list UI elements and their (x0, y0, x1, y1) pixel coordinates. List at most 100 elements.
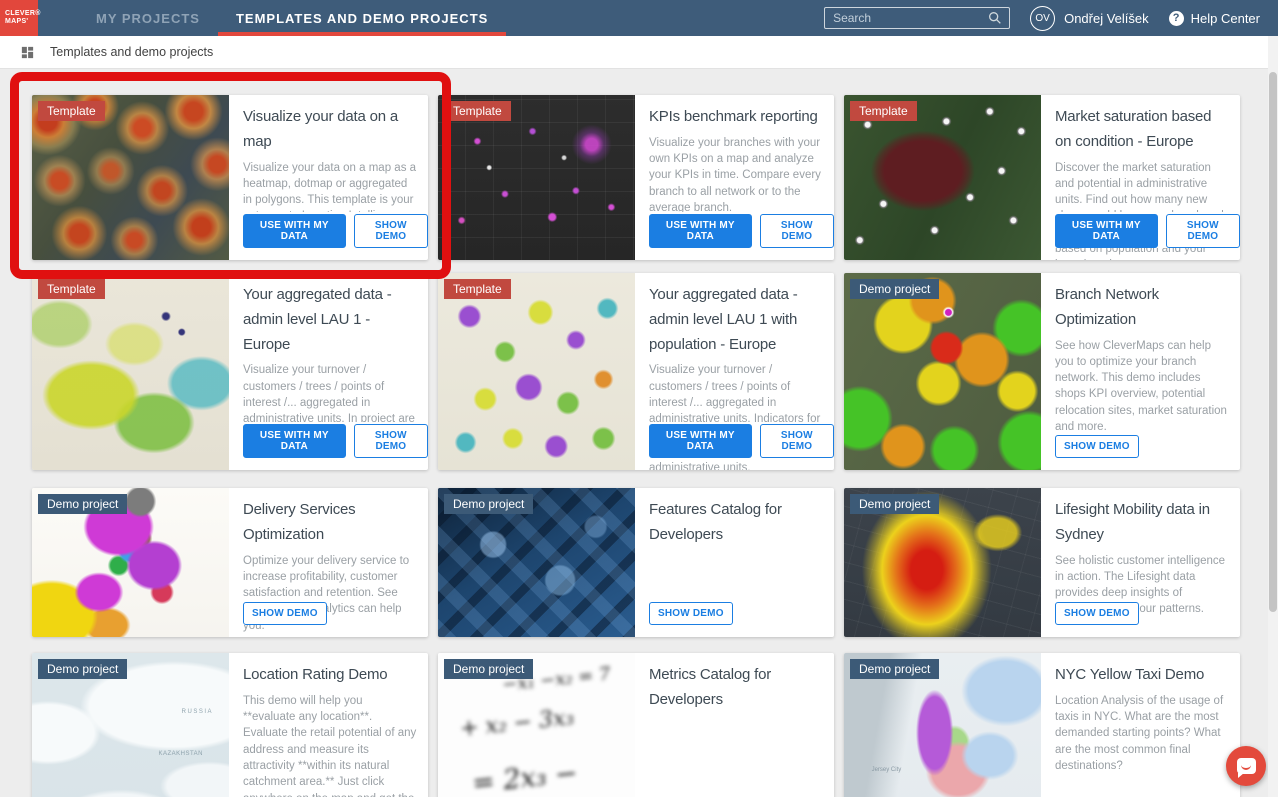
card-content: Features Catalog for Developers SHOW DEMO (635, 488, 834, 637)
user-name: Ondřej Velíšek (1064, 11, 1149, 26)
card-title: Metrics Catalog for Developers (649, 663, 824, 713)
project-card[interactable]: Demo project Features Catalog for Develop… (438, 488, 834, 637)
card-title: Branch Network Optimization (1055, 283, 1230, 333)
card-row: Demo projectArctic OceanRUSSIAKAZAKHSTAN… (32, 653, 1278, 797)
dashboard-icon[interactable] (20, 45, 35, 60)
card-content: Metrics Catalog for Developers (635, 653, 834, 797)
thumbnail-map-label: KAZAKHSTAN (158, 751, 203, 757)
card-description: See how CleverMaps can help you to optim… (1055, 338, 1230, 436)
card-badge: Template (38, 101, 105, 121)
project-thumbnail-heatmap-satellite: Template (32, 95, 229, 260)
thumbnail-map-label: + x₂ − 3x₃ (459, 705, 575, 742)
thumbnail-map-label: = 2x₃ − (471, 758, 579, 797)
project-card[interactable]: Demo projectArctic OceanRUSSIAKAZAKHSTAN… (32, 653, 428, 797)
show-demo-button[interactable]: SHOW DEMO (1055, 602, 1139, 625)
project-card[interactable]: Demo project Lifesight Mobility data in S… (844, 488, 1240, 637)
card-badge: Demo project (850, 659, 939, 679)
project-card[interactable]: Demo projectJersey CityNYC Yellow Taxi D… (844, 653, 1240, 797)
project-thumbnail-choropleth-light: Template (32, 273, 229, 470)
project-card[interactable]: Template KPIs benchmark reporting Visualiz… (438, 95, 834, 260)
card-title: KPIs benchmark reporting (649, 105, 824, 130)
card-badge: Template (444, 279, 511, 299)
project-thumbnail-sydney-heat: Demo project (844, 488, 1041, 637)
project-card[interactable]: Demo project Delivery Services Optimizati… (32, 488, 428, 637)
card-content: Branch Network OptimizationSee how Cleve… (1041, 273, 1240, 470)
card-description: Visualize your branches with your own KP… (649, 135, 824, 217)
show-demo-button[interactable]: SHOW DEMO (243, 602, 327, 625)
project-thumbnail-lego-photo: Demo project (438, 488, 635, 637)
thumbnail-map-label: RUSSIA (182, 709, 213, 715)
card-row: Demo project Delivery Services Optimizati… (32, 488, 1278, 637)
tab-my-projects[interactable]: MY PROJECTS (78, 0, 218, 36)
card-badge: Demo project (850, 494, 939, 514)
card-badge: Template (444, 101, 511, 121)
project-card[interactable]: Demo project−x₁ −x₂ = 7+ x₂ − 3x₃= 2x₃ −… (438, 653, 834, 797)
card-title: Your aggregated data - admin level LAU 1… (243, 283, 418, 357)
card-actions: USE WITH MY DATASHOW DEMO (649, 422, 834, 458)
project-thumbnail-math-photo: Demo project−x₁ −x₂ = 7+ x₂ − 3x₃= 2x₃ − (438, 653, 635, 797)
show-demo-button[interactable]: SHOW DEMO (649, 602, 733, 625)
scrollbar[interactable] (1268, 36, 1278, 797)
card-description: Location Analysis of the usage of taxis … (1055, 693, 1230, 775)
card-actions: USE WITH MY DATASHOW DEMO (1055, 212, 1240, 248)
use-with-my-data-button[interactable]: USE WITH MY DATA (243, 424, 346, 458)
card-title: Features Catalog for Developers (649, 498, 824, 548)
card-title: Delivery Services Optimization (243, 498, 418, 548)
project-card[interactable]: Template Your aggregated data - admin lev… (438, 273, 834, 470)
card-title: Your aggregated data - admin level LAU 1… (649, 283, 824, 357)
project-card[interactable]: Template Your aggregated data - admin lev… (32, 273, 428, 470)
tab-templates-and-demo-projects[interactable]: TEMPLATES AND DEMO PROJECTS (218, 0, 506, 36)
show-demo-button[interactable]: SHOW DEMO (760, 424, 834, 458)
use-with-my-data-button[interactable]: USE WITH MY DATA (649, 424, 752, 458)
card-actions: USE WITH MY DATASHOW DEMO (243, 212, 428, 248)
project-card[interactable]: Demo projectBranch Network OptimizationS… (844, 273, 1240, 470)
card-grid: TemplateVisualize your data on a mapVisu… (0, 69, 1278, 797)
breadcrumb: Templates and demo projects (50, 45, 213, 59)
card-title: Visualize your data on a map (243, 105, 418, 155)
search-input[interactable] (831, 10, 987, 26)
card-badge: Demo project (444, 494, 533, 514)
user-menu[interactable]: OV Ondřej Velíšek (1030, 6, 1149, 31)
chat-launcher-button[interactable] (1226, 746, 1266, 786)
card-title: Location Rating Demo (243, 663, 418, 688)
card-actions: SHOW DEMO (243, 600, 327, 625)
help-center-label: Help Center (1191, 11, 1260, 26)
chat-bubble-icon (1237, 758, 1256, 774)
project-thumbnail-world-map: Demo projectArctic OceanRUSSIAKAZAKHSTAN… (32, 653, 229, 797)
scrollbar-thumb[interactable] (1269, 72, 1277, 612)
card-title: NYC Yellow Taxi Demo (1055, 663, 1230, 688)
card-badge: Template (38, 279, 105, 299)
clevermaps-logo[interactable]: CLEVER® MAPS' (0, 0, 38, 36)
show-demo-button[interactable]: SHOW DEMO (354, 214, 428, 248)
breadcrumb-bar: Templates and demo projects (0, 36, 1278, 69)
card-content: Delivery Services OptimizationOptimize y… (229, 488, 428, 637)
logo-line2: MAPS' (5, 18, 38, 26)
help-center-link[interactable]: ? Help Center (1169, 11, 1260, 26)
card-title: Market saturation based on condition - E… (1055, 105, 1230, 155)
card-content: Lifesight Mobility data in SydneySee hol… (1041, 488, 1240, 637)
card-badge: Template (850, 101, 917, 121)
use-with-my-data-button[interactable]: USE WITH MY DATA (243, 214, 346, 248)
project-thumbnail-delivery-zones: Demo project (32, 488, 229, 637)
show-demo-button[interactable]: SHOW DEMO (760, 214, 834, 248)
project-thumbnail-hexagon-satellite: Demo project (844, 273, 1041, 470)
project-card[interactable]: Template Market saturation based on condi… (844, 95, 1240, 260)
show-demo-button[interactable]: SHOW DEMO (354, 424, 428, 458)
card-badge: Demo project (38, 494, 127, 514)
card-row: TemplateVisualize your data on a mapVisu… (32, 95, 1278, 260)
project-card[interactable]: Template Visualize your data on a mapVisu… (32, 95, 428, 260)
card-actions: SHOW DEMO (649, 600, 733, 625)
use-with-my-data-button[interactable]: USE WITH MY DATA (1055, 214, 1158, 248)
card-title: Lifesight Mobility data in Sydney (1055, 498, 1230, 548)
show-demo-button[interactable]: SHOW DEMO (1166, 214, 1240, 248)
main-tabs: MY PROJECTS TEMPLATES AND DEMO PROJECTS (78, 0, 506, 36)
search-box[interactable] (824, 7, 1010, 29)
card-actions: USE WITH MY DATASHOW DEMO (649, 212, 834, 248)
card-content: Visualize your data on a mapVisualize yo… (229, 95, 428, 260)
project-thumbnail-dark-dotmap: Template (438, 95, 635, 260)
card-content: Market saturation based on condition - E… (1041, 95, 1240, 260)
show-demo-button[interactable]: SHOW DEMO (1055, 435, 1139, 458)
card-actions: SHOW DEMO (1055, 433, 1139, 458)
card-actions: SHOW DEMO (1055, 600, 1139, 625)
use-with-my-data-button[interactable]: USE WITH MY DATA (649, 214, 752, 248)
